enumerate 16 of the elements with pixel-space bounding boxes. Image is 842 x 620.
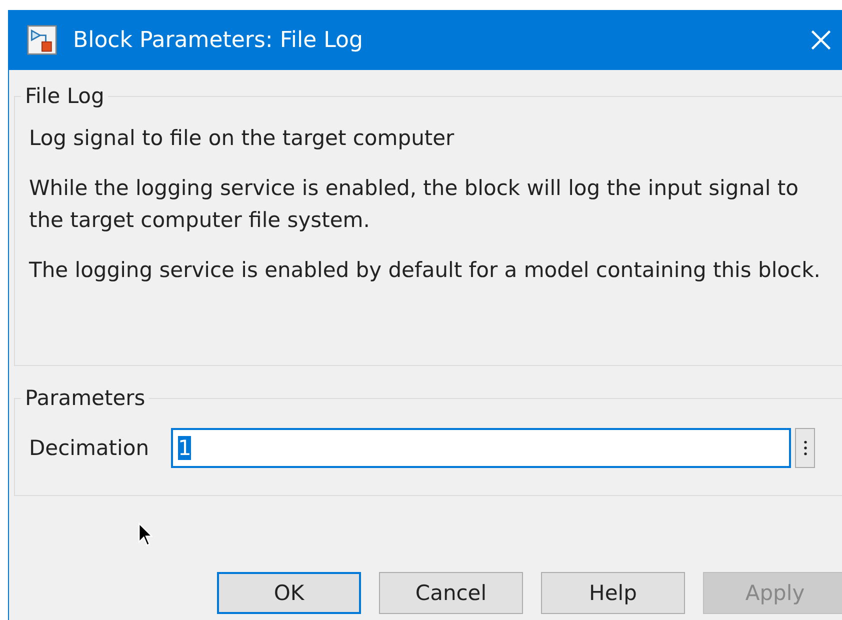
window-title: Block Parameters: File Log [73,28,363,52]
mouse-pointer-icon [138,522,154,548]
dialog-button[interactable]: OK [217,572,361,614]
decimation-field[interactable]: 1 [171,428,791,468]
vertical-dots-icon [802,439,808,457]
description-text: Log signal to file on the target computer [29,125,456,152]
group-title: File Log [24,84,106,108]
dialog-button[interactable]: Cancel [379,572,523,614]
description-text: The logging service is enabled by default for a model containing this block. [29,257,822,284]
field-label: Decimation [29,436,150,460]
group-title: Parameters [24,386,146,410]
description-text: While the logging service is enabled, the block will log the input signal to the target computer file system. [29,175,800,234]
more-options-button[interactable] [795,428,815,468]
close-icon[interactable] [810,29,832,51]
block-diagram-icon [27,25,57,55]
dialog-button[interactable]: Help [541,572,685,614]
